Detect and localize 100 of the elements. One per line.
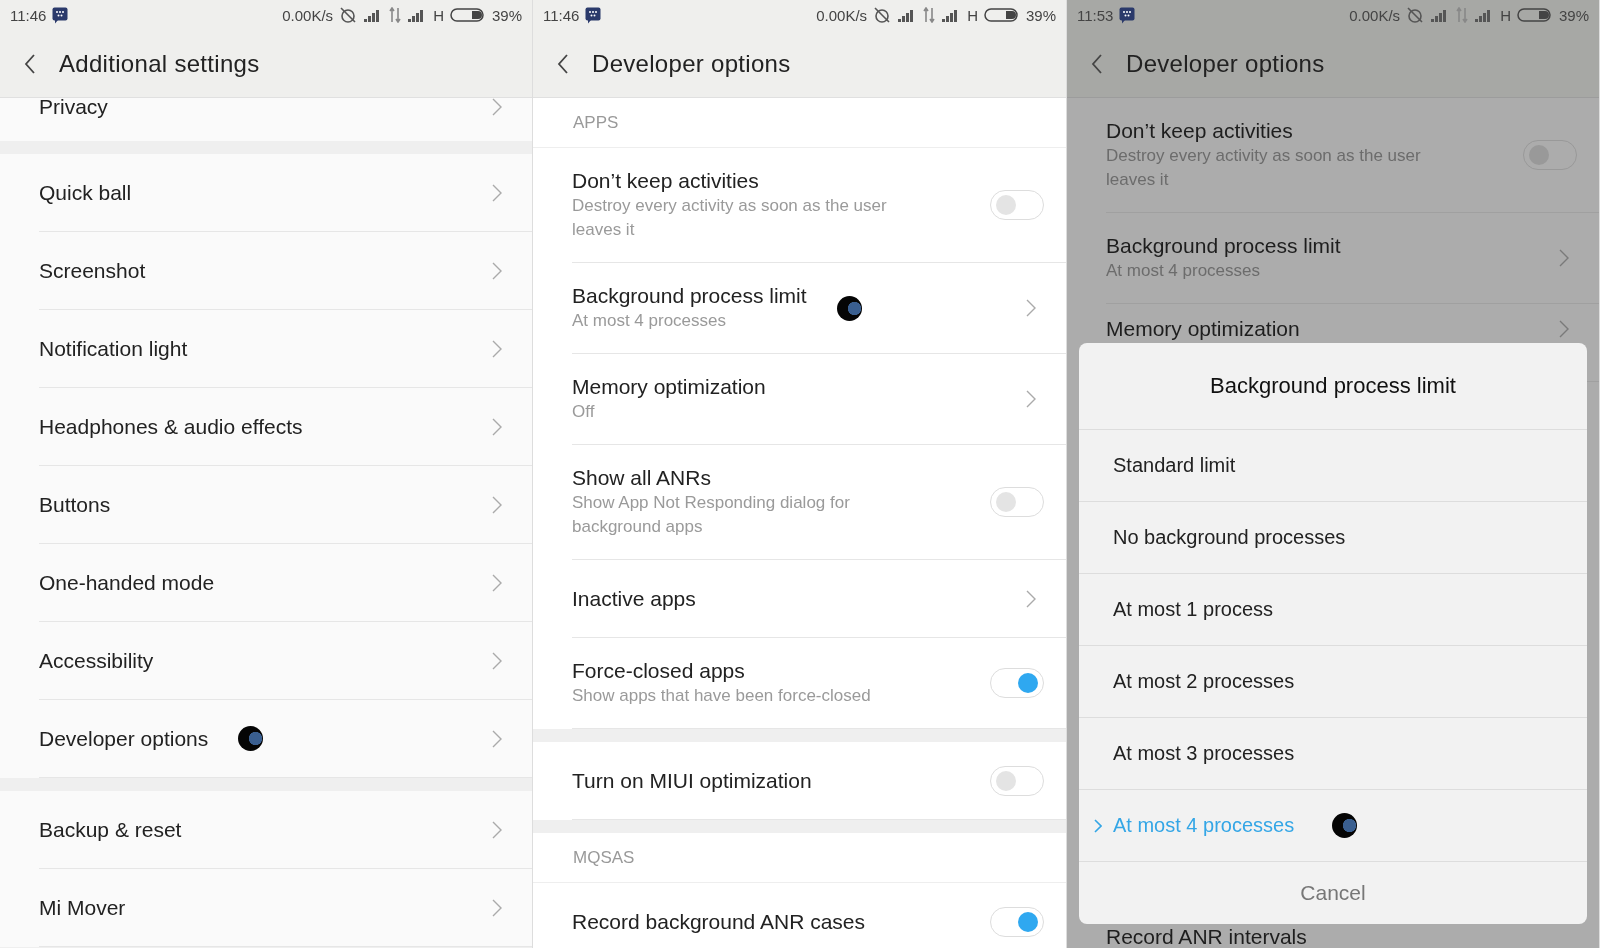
status-time: 11:53 [1077,6,1114,24]
status-time: 11:46 [543,6,580,24]
back-icon[interactable] [1090,52,1104,75]
row-title: Buttons [39,491,111,518]
row-title: Mi Mover [39,894,126,921]
section-header: MQSAS [573,847,635,868]
row-subtitle: At most 4 processes [1106,260,1261,282]
settings-row[interactable]: Don’t keep activities Destroy every activity as soon as the user leaves it [1106,98,1599,213]
back-icon[interactable] [556,52,570,75]
alarm-off-icon [1406,6,1425,24]
back-icon[interactable] [23,52,37,75]
row-title: Accessibility [39,647,154,674]
row-title: Don’t keep activities [1106,118,1294,144]
settings-row[interactable]: Background process limit At most 4 processes [1106,213,1599,304]
settings-row[interactable]: Headphones & audio effects [39,388,532,466]
settings-row[interactable]: Quick ball [39,154,532,232]
row-title: One-handed mode [39,569,215,596]
chevron-icon [492,651,502,670]
chat-app-icon [52,6,69,24]
dialog-title: Background process limit [1210,373,1456,399]
network-type: H [967,6,978,24]
alarm-off-icon [873,6,892,24]
row-title: Memory optimization [572,374,766,400]
chevron-icon [492,183,502,202]
battery-icon [1516,7,1553,23]
battery-icon [983,7,1020,23]
settings-row[interactable]: Buttons [39,466,532,544]
settings-row[interactable]: Notification light [39,310,532,388]
settings-row[interactable]: Accessibility [39,622,532,700]
battery-percent: 39% [491,6,522,24]
chat-app-icon [1119,6,1136,24]
network-speed: 0.00K/s [282,6,334,24]
row-title: Notification light [39,335,188,362]
row-title: Headphones & audio effects [39,413,303,440]
row-subtitle: Off [572,401,596,423]
network-speed: 0.00K/s [1349,6,1401,24]
row-title: Background process limit [572,283,807,309]
settings-row[interactable]: Inactive apps [572,560,1066,638]
chevron-icon [492,495,502,514]
dialog-option[interactable]: At most 1 process [1079,574,1587,646]
screen-title: Additional settings [59,49,260,78]
row-title: Force-closed apps [572,658,746,684]
row-title: Screenshot [39,257,146,284]
chevron-icon [492,98,502,116]
settings-row[interactable]: Background process limit At most 4 processes [572,263,1066,354]
dialog-option[interactable]: No background processes [1079,502,1587,574]
screen-title: Developer options [592,49,791,78]
chevron-icon [1026,299,1036,317]
settings-row[interactable]: One-handed mode [39,544,532,622]
dialog-option[interactable]: Standard limit [1079,430,1587,502]
network-type: H [433,6,444,24]
row-title: Don’t keep activities [572,168,760,194]
row-title: Quick ball [39,179,132,206]
row-title: Show all ANRs [572,465,712,491]
row-subtitle: Show App Not Responding dialog for background apps [572,492,851,538]
settings-row[interactable]: Record ANR intervals [1106,926,1599,948]
dialog-option[interactable]: At most 2 processes [1079,646,1587,718]
chevron-icon [1559,320,1569,338]
settings-row[interactable]: Show all ANRs Show App Not Responding dialog for background apps [572,445,1066,560]
data-arrows-icon [1456,7,1469,23]
network-speed: 0.00K/s [816,6,868,24]
row-title: Record background ANR cases [572,908,865,935]
settings-row[interactable]: Backup & reset [39,791,532,869]
chevron-icon [1026,589,1036,608]
row-title: Turn on MIUI optimization [572,767,812,794]
cancel-button[interactable]: Cancel [1079,862,1587,924]
network-type: H [1500,6,1511,24]
chevron-icon [492,417,502,436]
chevron-icon [492,261,502,280]
chevron-icon [492,898,502,917]
row-subtitle: At most 4 processes [572,310,727,332]
selected-chevron-icon [1094,819,1102,833]
dialog-option[interactable]: At most 3 processes [1079,718,1587,790]
settings-row[interactable]: Memory optimization Off [572,354,1066,445]
alarm-off-icon [339,6,358,24]
data-arrows-icon [923,7,936,23]
row-title: Record ANR intervals [1106,926,1307,948]
row-title: Memory optimization [1106,316,1300,342]
section-header: APPS [573,112,619,133]
row-subtitle: Destroy every activity as soon as the user leaves it [572,195,888,241]
chevron-icon [1026,390,1036,408]
chevron-icon [492,339,502,358]
settings-row[interactable]: Record background ANR cases [572,883,1066,948]
battery-percent: 39% [1558,6,1589,24]
chevron-icon [1559,249,1569,267]
battery-percent: 39% [1025,6,1056,24]
row-title: Backup & reset [39,816,182,843]
settings-row[interactable]: Screenshot [39,232,532,310]
row-title: Developer options [39,725,209,752]
chevron-icon [492,729,502,748]
chevron-icon [492,573,502,592]
settings-row[interactable]: Don’t keep activities Destroy every activity as soon as the user leaves it [572,148,1066,263]
row-title: Background process limit [1106,233,1341,259]
row-subtitle: Show apps that have been force-closed [572,685,871,707]
battery-icon [449,7,486,23]
screen-title: Developer options [1126,49,1325,78]
status-time: 11:46 [10,6,47,24]
chat-app-icon [585,6,602,24]
row-title: Inactive apps [572,585,696,612]
row-subtitle: Destroy every activity as soon as the user leaves it [1106,145,1422,191]
